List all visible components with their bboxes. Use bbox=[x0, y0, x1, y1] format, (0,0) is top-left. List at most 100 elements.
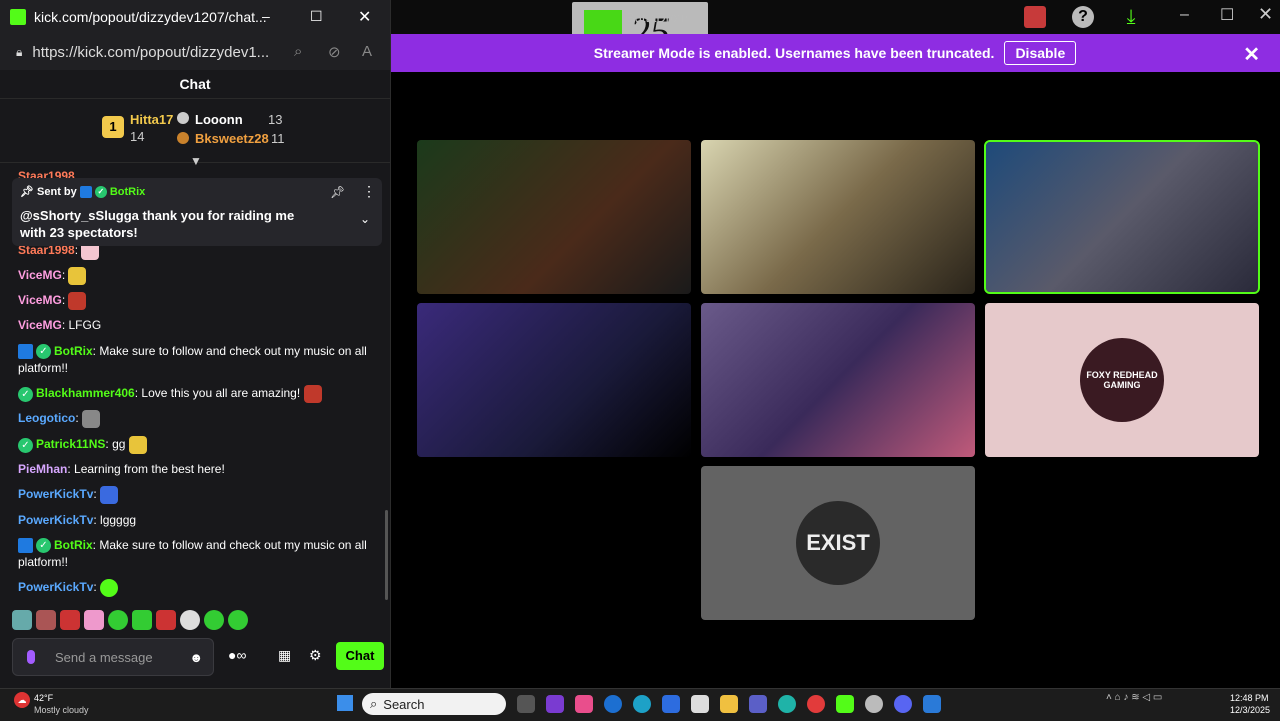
record-icon[interactable] bbox=[1024, 6, 1046, 28]
copilot-icon[interactable] bbox=[575, 695, 593, 713]
emote-icon[interactable] bbox=[228, 610, 248, 630]
chat-close-button[interactable]: ✕ bbox=[358, 7, 371, 27]
message-username[interactable]: PieMhan bbox=[18, 462, 67, 476]
store-icon[interactable]: ▦ bbox=[278, 647, 291, 664]
message-username[interactable]: BotRix bbox=[54, 538, 93, 552]
message-username[interactable]: BotRix bbox=[54, 344, 93, 358]
chat-send-button[interactable]: Chat bbox=[336, 642, 384, 670]
chat-message: ✓ BotRix: Make sure to follow and check o… bbox=[18, 538, 367, 569]
edge-dev-icon[interactable] bbox=[633, 695, 651, 713]
url-bar[interactable]: 🔒︎ https://kick.com/popout/dizzydev1... … bbox=[0, 34, 390, 70]
message-username[interactable]: Blackhammer406 bbox=[36, 386, 135, 400]
kick-favicon-icon bbox=[10, 9, 26, 25]
discord-icon[interactable] bbox=[894, 695, 912, 713]
microphone-icon[interactable] bbox=[27, 650, 35, 664]
message-username[interactable]: ViceMG bbox=[18, 318, 62, 332]
unpin-icon[interactable]: 📌︎ bbox=[330, 185, 345, 199]
disable-button[interactable]: Disable bbox=[1004, 41, 1077, 65]
minimize-button[interactable]: – bbox=[1180, 6, 1189, 24]
help-icon[interactable]: ? bbox=[1072, 6, 1094, 28]
video-tile-6[interactable]: FOXY REDHEAD GAMING bbox=[985, 303, 1259, 457]
verified-badge-icon: ✓ bbox=[18, 386, 33, 402]
emoji-picker-icon[interactable]: ☻ bbox=[189, 650, 203, 665]
tray-icons[interactable]: ˄ ⌂ ♪ ≋ ◁ ▭ bbox=[1106, 692, 1226, 703]
bot-badge-icon bbox=[79, 186, 92, 199]
bot-badge-icon bbox=[18, 344, 33, 360]
emote-icon[interactable] bbox=[108, 610, 128, 630]
download-icon[interactable]: ⤓ bbox=[1120, 6, 1142, 28]
read-aloud-icon[interactable]: A bbox=[362, 43, 372, 60]
file-explorer-icon[interactable] bbox=[720, 695, 738, 713]
foxy-redhead-logo: FOXY REDHEAD GAMING bbox=[1080, 338, 1164, 422]
video-tile-5[interactable] bbox=[701, 303, 975, 457]
weather-desc: Mostly cloudy bbox=[34, 705, 89, 715]
weather-icon[interactable]: ☁ bbox=[14, 692, 30, 708]
message-username[interactable]: Patrick11NS bbox=[36, 437, 105, 451]
chat-message: Leogotico: bbox=[18, 410, 368, 428]
message-username[interactable]: ViceMG bbox=[18, 268, 62, 282]
teams-icon[interactable] bbox=[749, 695, 767, 713]
pinned-menu-icon[interactable]: ⋮ bbox=[362, 183, 376, 200]
chat-scrollbar[interactable] bbox=[385, 510, 388, 600]
verified-badge-icon: ✓ bbox=[36, 538, 51, 554]
chat-message: ✓ Patrick11NS: gg bbox=[18, 436, 368, 454]
verified-badge-icon: ✓ bbox=[18, 437, 33, 453]
emote-icon bbox=[100, 486, 119, 504]
collapse-icon[interactable]: ▼ bbox=[190, 154, 202, 168]
message-username[interactable]: PowerKickTv bbox=[18, 513, 93, 527]
emote-icon[interactable] bbox=[204, 610, 224, 630]
hp-icon[interactable] bbox=[604, 695, 622, 713]
store-app-icon[interactable] bbox=[691, 695, 709, 713]
video-tile-3-active[interactable] bbox=[984, 140, 1260, 294]
emote-icon[interactable] bbox=[84, 610, 104, 630]
expand-chevron-icon[interactable]: ⌄ bbox=[360, 212, 370, 226]
maximize-button[interactable]: ☐ bbox=[1220, 5, 1234, 25]
pinned-sender[interactable]: BotRix bbox=[110, 186, 145, 198]
emote-icon[interactable] bbox=[60, 610, 80, 630]
leader-1-name[interactable]: Hitta17 bbox=[130, 112, 173, 127]
chat-maximize-button[interactable]: ☐ bbox=[310, 8, 323, 25]
verified-badge-icon: ✓ bbox=[36, 344, 51, 360]
message-input[interactable]: Send a message ☻ bbox=[12, 638, 214, 676]
settings-gear-icon[interactable]: ⚙ bbox=[309, 647, 322, 664]
message-username[interactable]: Leogotico bbox=[18, 411, 75, 425]
task-view-icon[interactable] bbox=[517, 695, 535, 713]
close-button[interactable]: ✕ bbox=[1258, 4, 1273, 25]
video-tile-2[interactable] bbox=[701, 140, 975, 294]
app-icon-2[interactable] bbox=[923, 695, 941, 713]
chat-message: PowerKickTv: bbox=[18, 579, 368, 597]
app-icon[interactable] bbox=[546, 695, 564, 713]
leader-2-name[interactable]: Looonn bbox=[195, 112, 243, 127]
emote-icon[interactable] bbox=[12, 610, 32, 630]
zoom-icon[interactable]: ⌕ bbox=[294, 43, 302, 60]
edge-icon[interactable] bbox=[778, 695, 796, 713]
pinned-header: 📌︎ Sent by ✓ BotRix bbox=[20, 185, 145, 199]
start-button-icon[interactable] bbox=[337, 695, 353, 711]
settings-app-icon[interactable] bbox=[865, 695, 883, 713]
zoom-app-icon[interactable] bbox=[662, 695, 680, 713]
emote-icon[interactable] bbox=[132, 610, 152, 630]
chat-minimize-button[interactable]: – bbox=[262, 8, 270, 24]
clock-time[interactable]: 12:48 PM bbox=[1230, 693, 1269, 703]
taskbar-search[interactable]: ⌕ Search bbox=[362, 693, 506, 715]
video-tile-1[interactable] bbox=[417, 140, 691, 294]
clock-date[interactable]: 12/3/2025 bbox=[1230, 705, 1270, 715]
emote-icon[interactable] bbox=[36, 610, 56, 630]
tracking-icon[interactable]: ⊘ bbox=[328, 43, 341, 61]
url-text[interactable]: https://kick.com/popout/dizzydev1... bbox=[32, 44, 269, 61]
message-username[interactable]: PowerKickTv bbox=[18, 487, 93, 501]
banner-close-icon[interactable]: ✕ bbox=[1243, 42, 1260, 67]
message-username[interactable]: PowerKickTv bbox=[18, 580, 93, 594]
video-tile-7[interactable]: EXIST bbox=[701, 466, 975, 620]
leader-3-name[interactable]: Bksweetz28 bbox=[195, 131, 269, 146]
emote-icon[interactable] bbox=[180, 610, 200, 630]
viewers-icon[interactable]: ●∞ bbox=[228, 647, 246, 663]
maps-icon[interactable] bbox=[807, 695, 825, 713]
video-tile-4[interactable] bbox=[417, 303, 691, 457]
message-username[interactable]: ViceMG bbox=[18, 293, 62, 307]
emote-icon[interactable] bbox=[156, 610, 176, 630]
leader-1-count: 14 bbox=[130, 129, 145, 144]
emote-icon bbox=[82, 410, 100, 428]
chat-message: ViceMG: bbox=[18, 267, 368, 285]
kick-app-icon[interactable] bbox=[836, 695, 854, 713]
